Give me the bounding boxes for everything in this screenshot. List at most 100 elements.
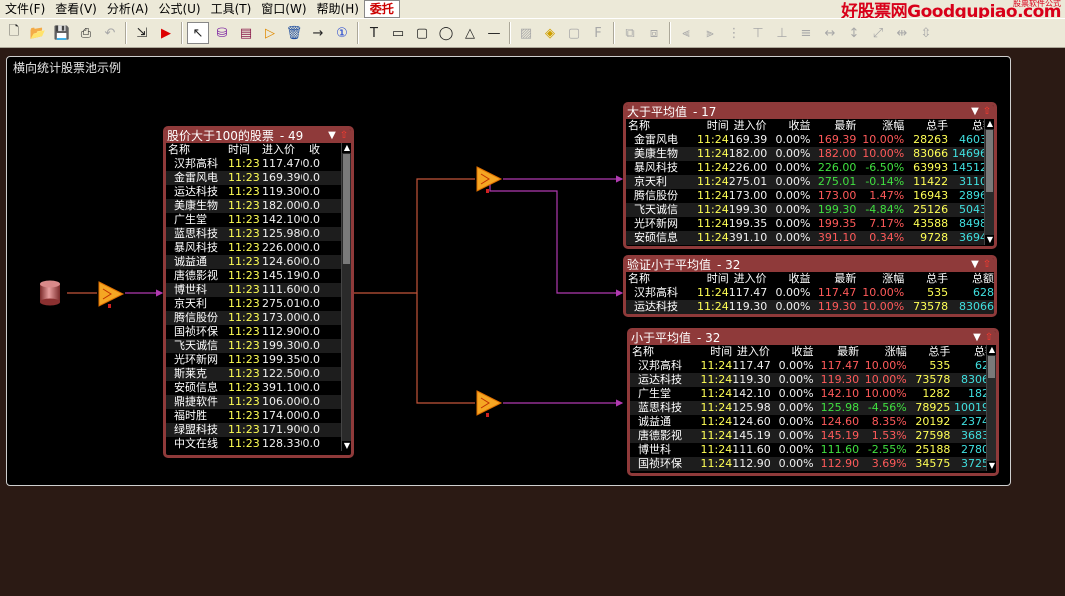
table-row[interactable]: 诚益通11:24124.6000.00%124.608.35%201922374… — [630, 415, 996, 429]
filter-node-icon[interactable]: ▷ — [259, 22, 281, 44]
send-back-icon[interactable]: ⧈ — [643, 22, 665, 44]
table-row[interactable]: 运达科技 11:23119.3000.0 — [166, 185, 351, 199]
above-average-panel[interactable]: 大于平均值 - 17 ▼ ⇧ 名称 时间 进入价 收益 最新 涨幅 总手 总额 金雷风电 11:… — [623, 102, 997, 249]
table-row[interactable]: 光环新网11:24199.3500.00%199.357.17%43588849… — [626, 217, 994, 231]
align-bottom-icon[interactable]: ⊥ — [771, 22, 793, 44]
stock-pool-panel[interactable]: 股价大于100的股票 - 49 ▼ ⇧ 名称 时间 进入价 收 汉邦高科 11:2… — [163, 126, 354, 458]
scroll-up-icon[interactable]: ▲ — [985, 119, 994, 129]
scroll-up-icon[interactable]: ▲ — [987, 345, 996, 355]
save-icon[interactable]: 💾 — [51, 22, 73, 44]
table-row[interactable]: 运达科技11:24119.3000.00%119.3010.00%7357883… — [630, 373, 996, 387]
text-tool-icon[interactable]: T — [363, 22, 385, 44]
table-row[interactable]: 唐德影视11:24145.1900.00%145.191.53%27598368… — [630, 429, 996, 443]
space-vert-icon[interactable]: ⇳ — [915, 22, 937, 44]
export-icon[interactable]: ⇲ — [131, 22, 153, 44]
font-icon[interactable]: F — [587, 22, 609, 44]
col-name-header[interactable]: 名称 — [626, 119, 694, 133]
table-row[interactable]: 飞天诚信 11:23199.3000.0 — [166, 339, 351, 353]
table-row[interactable]: 汉邦高科11:24117.4700.00%117.4710.00%535628 — [626, 286, 994, 300]
menu-trade[interactable]: 委托 — [363, 0, 400, 18]
table-row[interactable]: 国祯环保 11:23112.9000.0 — [166, 325, 351, 339]
table-row[interactable]: 腾信股份11:24173.0000.00%173.001.47%16943289… — [626, 189, 994, 203]
panel-header[interactable]: 股价大于100的股票 - 49 ▼ ⇧ — [166, 129, 351, 143]
bring-front-icon[interactable]: ⧉ — [619, 22, 641, 44]
col-volume-header[interactable]: 总手 — [904, 272, 948, 286]
panel-header[interactable]: 大于平均值 - 17 ▼ ⇧ — [626, 105, 994, 119]
table-row[interactable]: 中文在线 11:23128.3300.0 — [166, 437, 351, 451]
collapse-icon[interactable]: ▼ — [971, 331, 983, 344]
table-row[interactable]: 蓝思科技11:24125.9800.00%125.98-4.56%7892510… — [630, 401, 996, 415]
align-middle-icon[interactable]: ≡ — [795, 22, 817, 44]
line-tool-icon[interactable]: — — [483, 22, 505, 44]
menu-formula[interactable]: 公式(U) — [153, 0, 205, 18]
table-row[interactable]: 安硕信息 11:23391.1000.0 — [166, 381, 351, 395]
step-icon[interactable]: ① — [331, 22, 353, 44]
verify-below-average-panel[interactable]: 验证小于平均值 - 32 ▼ ⇧ 名称 时间 进入价 收益 最新 涨幅 总手 总额 汉邦高科 1… — [623, 255, 997, 317]
col-amount-header[interactable]: 总额 — [948, 272, 994, 286]
col-price-header[interactable]: 进入价 — [732, 345, 770, 359]
col-price-header[interactable]: 进入价 — [262, 143, 302, 157]
space-horiz-icon[interactable]: ⇹ — [891, 22, 913, 44]
table-row[interactable]: 腾信股份 11:23173.0000.0 — [166, 311, 351, 325]
rect-tool-icon[interactable]: ▭ — [387, 22, 409, 44]
table-row[interactable]: 汉邦高科 11:23117.4700.0 — [166, 157, 351, 171]
table-row[interactable]: 博世科11:24111.6000.00%111.60-2.55%25188278… — [630, 443, 996, 457]
scroll-thumb[interactable] — [986, 130, 993, 192]
table-row[interactable]: 运达科技11:24119.3000.00%119.3010.00%7357883… — [626, 300, 994, 314]
col-last-header[interactable]: 最新 — [810, 119, 856, 133]
table-row[interactable]: 蓝思科技 11:23125.9800.0 — [166, 227, 351, 241]
col-price-header[interactable]: 进入价 — [729, 119, 767, 133]
menu-file[interactable]: 文件(F) — [0, 0, 50, 18]
rounded-rect-tool-icon[interactable]: ▢ — [411, 22, 433, 44]
table-row[interactable]: 鼎捷软件 11:23106.0000.0 — [166, 395, 351, 409]
col-last-header[interactable]: 最新 — [814, 345, 859, 359]
fill-icon[interactable]: ▨ — [515, 22, 537, 44]
table-row[interactable]: 京天利 11:23275.0100.0 — [166, 297, 351, 311]
export-up-icon[interactable]: ⇧ — [338, 129, 350, 142]
vertical-scrollbar[interactable]: ▲ ▼ — [986, 345, 996, 471]
new-icon[interactable]: 🗋 — [3, 22, 25, 44]
menu-view[interactable]: 查看(V) — [50, 0, 102, 18]
col-last-header[interactable]: 最新 — [810, 272, 856, 286]
border-icon[interactable]: ▢ — [563, 22, 585, 44]
open-icon[interactable]: 📂 — [27, 22, 49, 44]
table-icon[interactable]: ▤ — [235, 22, 257, 44]
table-row[interactable]: 广生堂11:24142.1000.00%142.1010.00%12821822 — [630, 387, 996, 401]
col-name-header[interactable]: 名称 — [626, 272, 694, 286]
scroll-thumb[interactable] — [343, 154, 350, 264]
col-volume-header[interactable]: 总手 — [904, 119, 948, 133]
database-icon[interactable]: ⛁ — [211, 22, 233, 44]
col-volume-header[interactable]: 总手 — [907, 345, 950, 359]
table-row[interactable]: 唐德影视 11:23145.1900.0 — [166, 269, 351, 283]
same-height-icon[interactable]: ↕ — [843, 22, 865, 44]
scroll-up-icon[interactable]: ▲ — [342, 143, 351, 153]
same-size-icon[interactable]: ⤢ — [867, 22, 889, 44]
menu-help[interactable]: 帮助(H) — [312, 0, 364, 18]
col-return-header[interactable]: 收益 — [770, 345, 814, 359]
filter-node-above-avg[interactable] — [475, 165, 503, 198]
table-row[interactable]: 美康生物11:24182.0000.00%182.0010.00%8306614… — [626, 147, 994, 161]
col-time-header[interactable]: 时间 — [228, 143, 262, 157]
delete-icon[interactable]: 🗑 — [283, 22, 305, 44]
table-row[interactable]: 金雷风电 11:23169.3900.0 — [166, 171, 351, 185]
col-return-header[interactable]: 收 — [302, 143, 320, 157]
col-change-header[interactable]: 涨幅 — [859, 345, 907, 359]
table-row[interactable]: 汉邦高科11:24117.4700.00%117.4710.00%535628 — [630, 359, 996, 373]
col-change-header[interactable]: 涨幅 — [856, 119, 904, 133]
col-return-header[interactable]: 收益 — [767, 272, 810, 286]
col-price-header[interactable]: 进入价 — [729, 272, 767, 286]
table-row[interactable]: 绿盟科技 11:23171.9000.0 — [166, 423, 351, 437]
run-icon[interactable]: ▶ — [155, 22, 177, 44]
table-row[interactable]: 光环新网 11:23199.3500.0 — [166, 353, 351, 367]
print-icon[interactable]: ⎙ — [75, 22, 97, 44]
table-row[interactable]: 诚益通 11:23124.6000.0 — [166, 255, 351, 269]
table-row[interactable]: 暴风科技 11:23226.0000.0 — [166, 241, 351, 255]
vertical-scrollbar[interactable]: ▲ ▼ — [984, 119, 994, 245]
col-name-header[interactable]: 名称 — [166, 143, 228, 157]
align-left-icon[interactable]: ⫷ — [675, 22, 697, 44]
menu-window[interactable]: 窗口(W) — [256, 0, 311, 18]
col-return-header[interactable]: 收益 — [767, 119, 810, 133]
scroll-down-icon[interactable]: ▼ — [985, 235, 994, 245]
menu-tools[interactable]: 工具(T) — [206, 0, 257, 18]
table-row[interactable]: 广生堂 11:23142.1000.0 — [166, 213, 351, 227]
